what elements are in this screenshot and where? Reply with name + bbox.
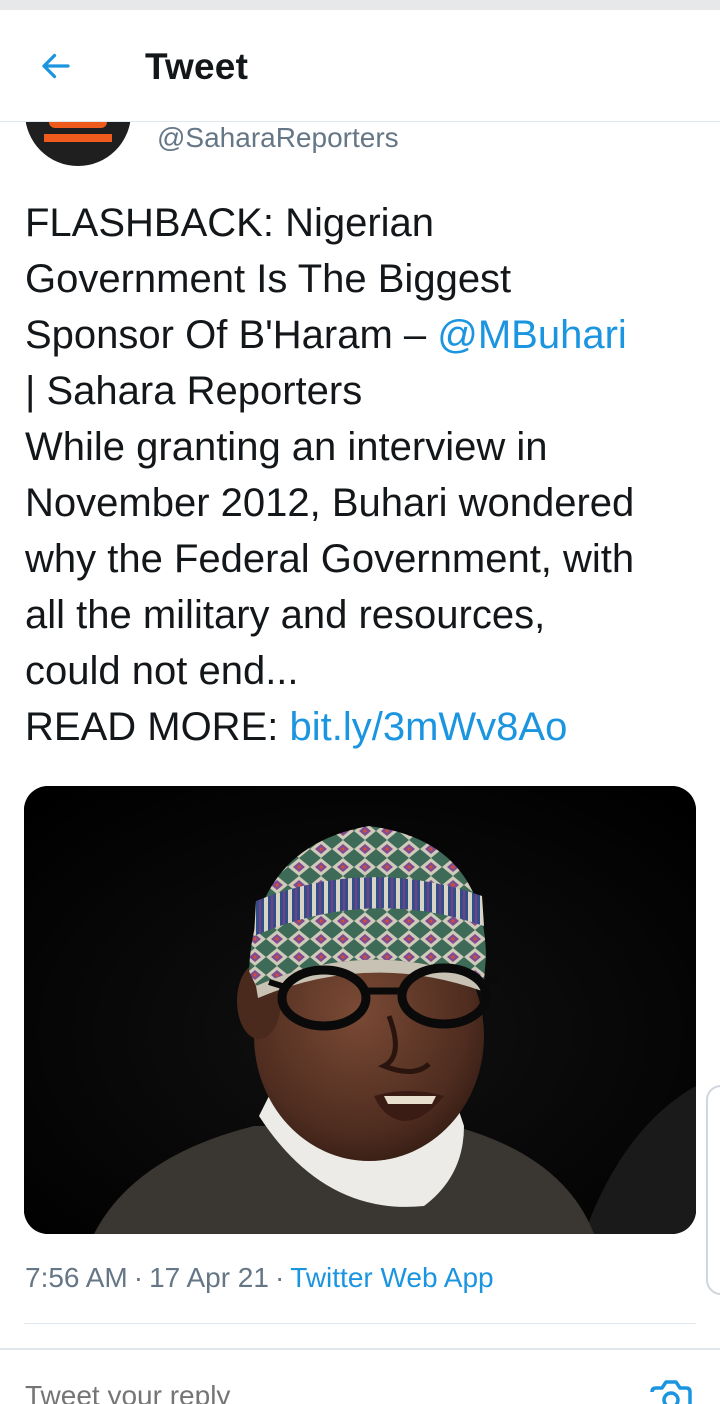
camera-icon xyxy=(650,1380,692,1404)
read-more-link[interactable]: bit.ly/3mWv8Ao xyxy=(289,705,567,749)
tweet-line: November 2012, Buhari wondered xyxy=(25,481,635,525)
scroll-handle[interactable] xyxy=(706,1085,720,1295)
tweet-line: Government Is The Biggest xyxy=(25,257,512,301)
back-button[interactable] xyxy=(28,38,84,94)
tweet-line: While granting an interview in xyxy=(25,425,548,469)
tweet-line: could not end... xyxy=(25,649,299,693)
tweet-source-link[interactable]: Twitter Web App xyxy=(290,1262,493,1293)
tweet-text: FLASHBACK: Nigerian Government Is The Bi… xyxy=(25,195,705,755)
camera-button[interactable] xyxy=(648,1380,692,1404)
tweet-time: 7:56 AM xyxy=(25,1262,128,1293)
divider xyxy=(24,1323,696,1324)
tweet-line: Sponsor Of B'Haram – @MBuhari xyxy=(25,313,627,357)
reply-input[interactable] xyxy=(25,1380,585,1404)
tweet-meta: 7:56 AM · 17 Apr 21 · Twitter Web App xyxy=(25,1262,494,1294)
tweet-line: READ MORE: bit.ly/3mWv8Ao xyxy=(25,705,568,749)
avatar-logo-bar xyxy=(44,134,112,142)
meta-separator: · xyxy=(274,1262,285,1293)
tweet-line: | Sahara Reporters xyxy=(25,369,363,413)
top-app-bar: Tweet xyxy=(0,10,720,122)
page-title: Tweet xyxy=(145,46,249,87)
reply-bar xyxy=(0,1348,720,1404)
tweet-line: all the military and resources, xyxy=(25,593,546,637)
author-handle[interactable]: @SaharaReporters xyxy=(157,122,399,154)
status-strip xyxy=(0,0,720,10)
arrow-left-icon xyxy=(42,53,70,79)
tweet-date: 17 Apr 21 xyxy=(149,1262,269,1293)
tweet-line: FLASHBACK: Nigerian xyxy=(25,201,435,245)
tweet-line: why the Federal Government, with xyxy=(25,537,635,581)
portrait-photo xyxy=(24,786,696,1234)
meta-separator: · xyxy=(133,1262,144,1293)
mention-link[interactable]: @MBuhari xyxy=(437,313,627,357)
tweet-photo[interactable] xyxy=(24,786,696,1234)
